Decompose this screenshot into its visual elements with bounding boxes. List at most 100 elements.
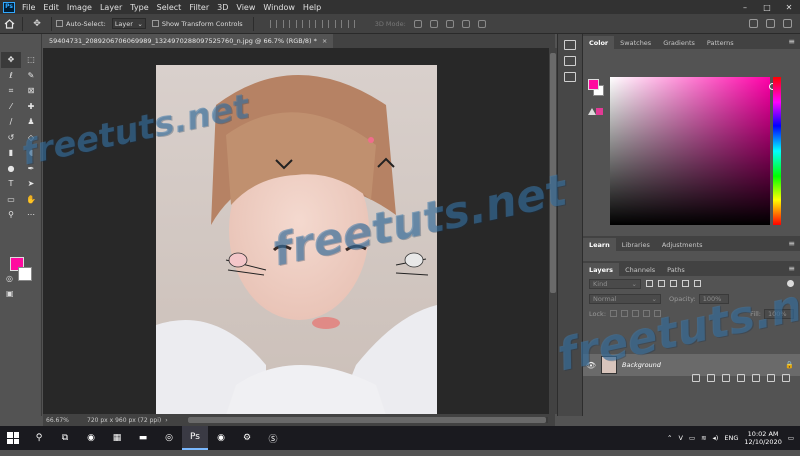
- move-tool-icon[interactable]: ✥: [27, 19, 47, 29]
- foreground-color-swatch[interactable]: [588, 79, 599, 90]
- menu-window[interactable]: Window: [259, 3, 299, 12]
- tab-swatches[interactable]: Swatches: [614, 36, 657, 49]
- history-icon[interactable]: [564, 40, 576, 50]
- type-filter-icon[interactable]: [670, 280, 677, 287]
- tab-libraries[interactable]: Libraries: [616, 238, 656, 251]
- fill-field[interactable]: 100%: [764, 308, 794, 319]
- scale-3d-icon[interactable]: [477, 19, 486, 28]
- type-tool-icon[interactable]: T: [1, 176, 21, 192]
- blend-mode-dropdown[interactable]: Normal ⌄: [589, 293, 661, 304]
- align-right-icon[interactable]: [334, 19, 342, 28]
- gamut-color-swatch[interactable]: [596, 108, 603, 115]
- align-middle-icon[interactable]: [282, 19, 290, 28]
- align-center-icon[interactable]: [321, 19, 329, 28]
- hand-tool-icon[interactable]: ✋: [21, 192, 41, 208]
- history-brush-tool-icon[interactable]: ↺: [1, 130, 21, 146]
- search-icon[interactable]: ⚲: [26, 426, 52, 450]
- tab-color[interactable]: Color: [583, 36, 615, 49]
- slide-3d-icon[interactable]: [461, 19, 470, 28]
- app-icon[interactable]: ◎: [156, 426, 182, 450]
- play-actions-icon[interactable]: [564, 56, 576, 66]
- clone-stamp-tool-icon[interactable]: ♟: [21, 114, 41, 130]
- close-icon[interactable]: ×: [322, 37, 327, 45]
- quick-mask-icon[interactable]: ◎: [6, 274, 13, 283]
- show-transform-checkbox[interactable]: Show Transform Controls: [151, 20, 243, 28]
- panel-menu-icon[interactable]: ≡: [788, 37, 800, 46]
- more-tools-icon[interactable]: ⋯: [21, 207, 41, 223]
- horizontal-scroll-thumb[interactable]: [187, 417, 546, 423]
- skype-icon[interactable]: Ⓢ: [260, 426, 286, 450]
- menu-select[interactable]: Select: [153, 3, 186, 12]
- language-indicator[interactable]: ENG: [724, 434, 738, 442]
- new-group-icon[interactable]: [752, 374, 760, 382]
- menu-layer[interactable]: Layer: [96, 3, 126, 12]
- add-mask-icon[interactable]: [722, 374, 730, 382]
- file-explorer-icon[interactable]: ▬: [130, 426, 156, 450]
- blur-tool-icon[interactable]: ◖: [21, 145, 41, 161]
- menu-filter[interactable]: Filter: [185, 3, 213, 12]
- task-view-icon[interactable]: ⧉: [52, 426, 78, 450]
- tab-layers[interactable]: Layers: [583, 263, 620, 276]
- menu-file[interactable]: File: [18, 3, 39, 12]
- workspace-icon[interactable]: [766, 19, 775, 28]
- network-icon[interactable]: ▭: [689, 434, 695, 442]
- close-button[interactable]: ✕: [778, 0, 800, 14]
- tab-paths[interactable]: Paths: [661, 263, 691, 276]
- auto-select-checkbox[interactable]: Auto-Select:: [56, 20, 106, 28]
- clock[interactable]: 10:02 AM 12/10/2020: [744, 430, 781, 446]
- menu-3d[interactable]: 3D: [213, 3, 232, 12]
- eyedropper-tool-icon[interactable]: ⁄: [1, 99, 21, 115]
- document-info[interactable]: 720 px x 960 px (72 ppi): [87, 417, 161, 424]
- hue-slider[interactable]: [773, 77, 781, 225]
- tab-gradients[interactable]: Gradients: [657, 36, 701, 49]
- store-icon[interactable]: ▦: [104, 426, 130, 450]
- panel-menu-icon[interactable]: ≡: [788, 239, 800, 248]
- dodge-tool-icon[interactable]: ●: [1, 161, 21, 177]
- vertical-scroll-thumb[interactable]: [550, 53, 556, 293]
- brush-tool-icon[interactable]: ∕: [1, 114, 21, 130]
- align-top-icon[interactable]: [269, 19, 277, 28]
- tab-patterns[interactable]: Patterns: [701, 36, 740, 49]
- notification-icon[interactable]: ▭: [788, 434, 794, 442]
- rectangle-tool-icon[interactable]: ▭: [1, 192, 21, 208]
- healing-brush-tool-icon[interactable]: ✚: [21, 99, 41, 115]
- eye-icon[interactable]: 👁: [583, 361, 599, 370]
- tab-learn[interactable]: Learn: [583, 238, 616, 251]
- filter-toggle[interactable]: [787, 280, 794, 287]
- pen-tool-icon[interactable]: ✒: [21, 161, 41, 177]
- new-layer-icon[interactable]: [767, 374, 775, 382]
- pixel-filter-icon[interactable]: [646, 280, 653, 287]
- orbit-3d-icon[interactable]: [413, 19, 422, 28]
- adjustment-layer-icon[interactable]: [737, 374, 745, 382]
- color-picker-field[interactable]: [610, 77, 770, 225]
- lock-all-icon[interactable]: [654, 310, 662, 317]
- align-bottom-icon[interactable]: [295, 19, 303, 28]
- delete-layer-icon[interactable]: [782, 374, 790, 382]
- menu-image[interactable]: Image: [63, 3, 96, 12]
- crop-tool-icon[interactable]: ⌗: [1, 83, 21, 99]
- eraser-tool-icon[interactable]: ◇: [21, 130, 41, 146]
- marquee-tool-icon[interactable]: ⬚: [21, 52, 41, 68]
- zoom-level-field[interactable]: 66.67%: [43, 417, 73, 424]
- horizontal-scrollbar[interactable]: [187, 417, 548, 423]
- layer-style-icon[interactable]: [707, 374, 715, 382]
- settings-icon[interactable]: ⚙: [234, 426, 260, 450]
- search-icon[interactable]: [749, 19, 758, 28]
- start-button[interactable]: [0, 432, 26, 444]
- wifi-icon[interactable]: ≋: [701, 434, 706, 442]
- auto-select-dropdown[interactable]: Layer ⌄: [111, 18, 146, 29]
- zoom-tool-icon[interactable]: ⚲: [1, 207, 21, 223]
- menu-type[interactable]: Type: [126, 3, 152, 12]
- gamut-warning-icon[interactable]: [588, 108, 596, 115]
- volume-icon[interactable]: ◂): [713, 434, 719, 442]
- maximize-button[interactable]: □: [756, 0, 778, 14]
- document-tab[interactable]: 59404731_2089206706069989_13249702880975…: [43, 34, 334, 48]
- properties-icon[interactable]: [564, 72, 576, 82]
- adjustment-filter-icon[interactable]: [658, 280, 665, 287]
- lock-transparent-icon[interactable]: [610, 310, 618, 317]
- chrome-alt-icon[interactable]: ◉: [208, 426, 234, 450]
- minimize-button[interactable]: –: [734, 0, 756, 14]
- background-color-swatch[interactable]: [18, 267, 32, 281]
- canvas-area[interactable]: [43, 48, 549, 415]
- smart-object-filter-icon[interactable]: [694, 280, 701, 287]
